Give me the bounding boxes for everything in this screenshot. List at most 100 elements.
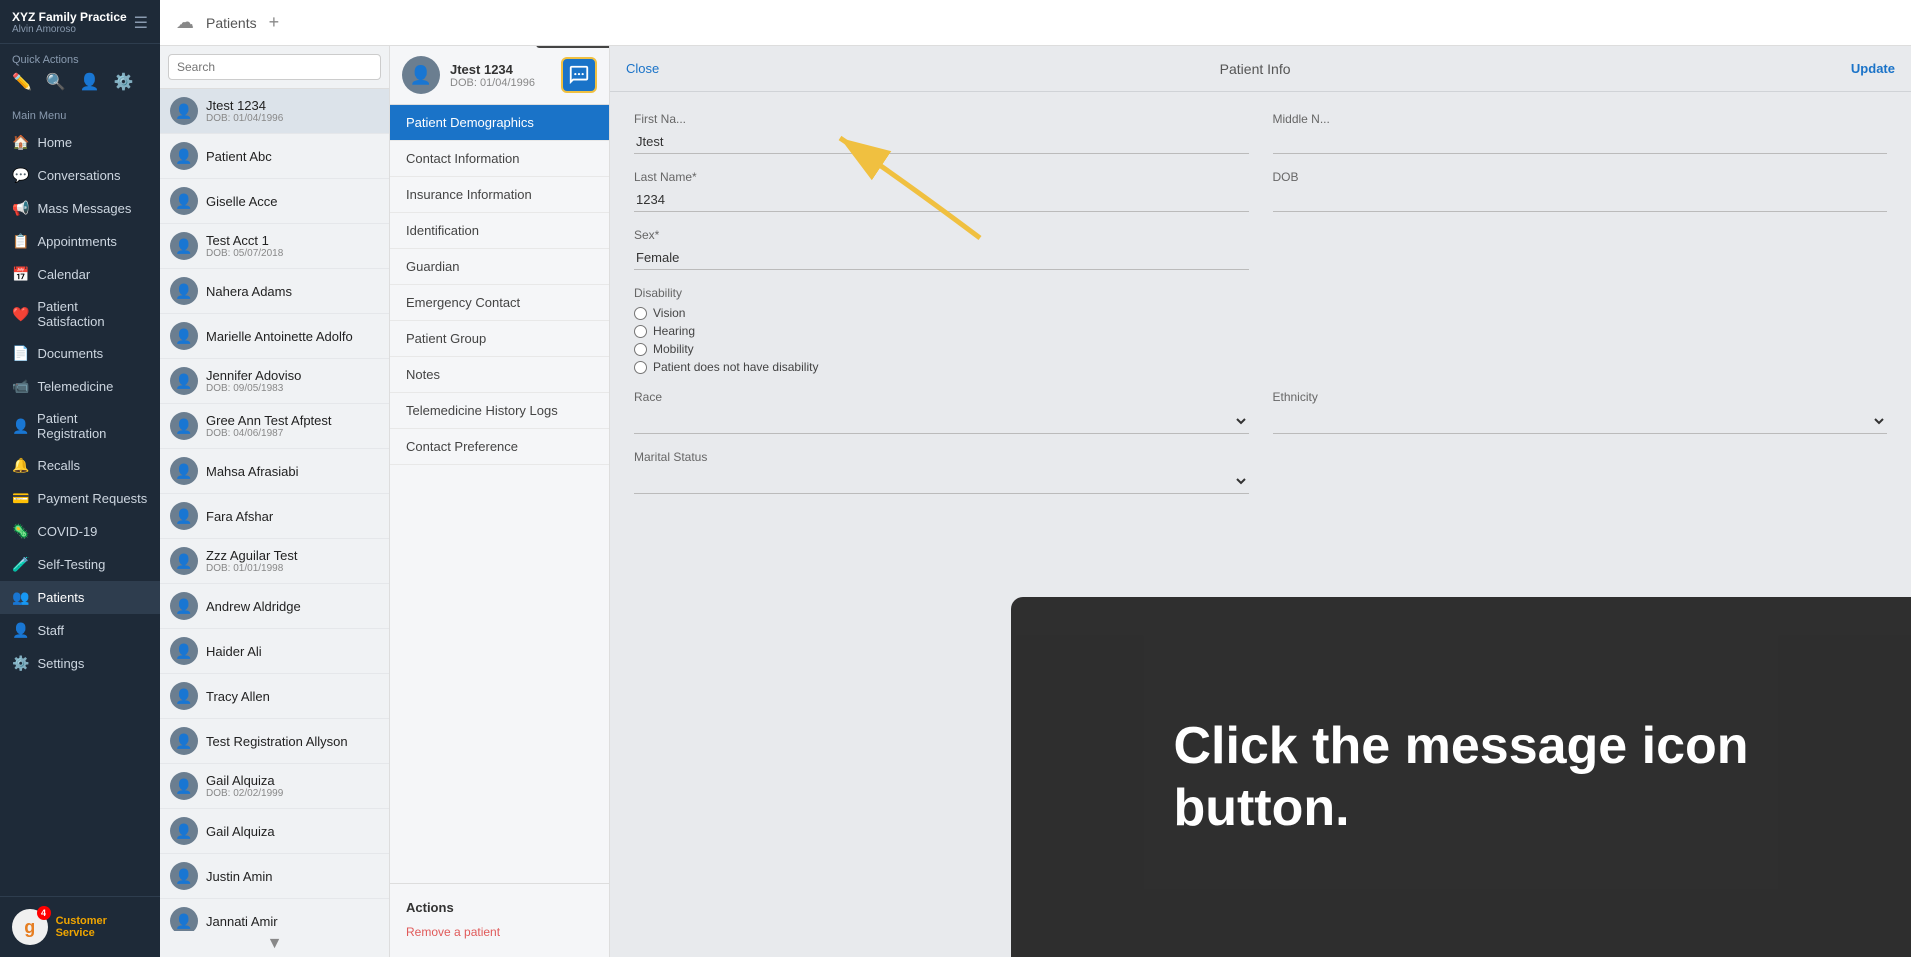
patient-list-item[interactable]: 👤 Gail Alquiza DOB: 02/02/1999 — [160, 764, 389, 809]
patient-list-item[interactable]: 👤 Jannati Amir — [160, 899, 389, 931]
sex-group: Sex* — [634, 228, 1249, 270]
patient-list-item[interactable]: 👤 Tracy Allen — [160, 674, 389, 719]
sidebar-icon: ❤️ — [12, 306, 29, 323]
form-update-button[interactable]: Update — [1851, 61, 1895, 76]
patient-dob: DOB: 05/07/2018 — [206, 248, 283, 259]
vision-radio[interactable] — [634, 307, 647, 320]
no-disability-radio[interactable] — [634, 361, 647, 374]
sidebar-item-mass-messages[interactable]: 📢 Mass Messages — [0, 192, 160, 225]
sidebar-item-staff[interactable]: 👤Staff — [0, 614, 160, 647]
sidebar-item-settings[interactable]: ⚙️Settings — [0, 647, 160, 680]
remove-patient-link[interactable]: Remove a patient — [406, 925, 500, 939]
details-nav-item-notes[interactable]: Notes — [390, 357, 609, 393]
middle-name-input[interactable] — [1273, 130, 1888, 154]
patient-list-item[interactable]: 👤 Marielle Antoinette Adolfo — [160, 314, 389, 359]
sidebar-item-label: Telemedicine — [37, 379, 113, 394]
patient-search-input[interactable] — [168, 54, 381, 80]
sidebar-item-label: Staff — [37, 623, 64, 638]
patient-list-item[interactable]: 👤 Haider Ali — [160, 629, 389, 674]
form-close-button[interactable]: Close — [626, 61, 659, 76]
new-note-icon[interactable]: ✏️ — [12, 72, 32, 92]
brand-name: XYZ Family Practice — [12, 10, 127, 24]
sidebar-icon: 📢 — [12, 200, 29, 217]
patient-list-item[interactable]: 👤 Nahera Adams — [160, 269, 389, 314]
patient-name: Test Acct 1 — [206, 233, 283, 248]
form-title: Patient Info — [1220, 61, 1291, 77]
sidebar-item-self-testing[interactable]: 🧪Self-Testing — [0, 548, 160, 581]
patient-name: Fara Afshar — [206, 509, 273, 524]
patient-list-item[interactable]: 👤 Giselle Acce — [160, 179, 389, 224]
sidebar-item-patient-registration[interactable]: 👤Patient Registration — [0, 403, 160, 449]
patient-list-item[interactable]: 👤 Justin Amin — [160, 854, 389, 899]
patient-list-item[interactable]: 👤 Jtest 1234 DOB: 01/04/1996 — [160, 89, 389, 134]
details-nav-item-contact-information[interactable]: Contact Information — [390, 141, 609, 177]
patient-list-item[interactable]: 👤 Andrew Aldridge — [160, 584, 389, 629]
dob-input[interactable] — [1273, 188, 1888, 212]
sidebar-item-label: Mass Messages — [37, 201, 131, 216]
sidebar-item-home[interactable]: 🏠Home — [0, 126, 160, 159]
patient-list-item[interactable]: 👤 Jennifer Adoviso DOB: 09/05/1983 — [160, 359, 389, 404]
details-nav-item-identification[interactable]: Identification — [390, 213, 609, 249]
quick-actions-label: Quick Actions — [0, 44, 160, 72]
details-nav-item-insurance-information[interactable]: Insurance Information — [390, 177, 609, 213]
patient-list-item[interactable]: 👤 Fara Afshar — [160, 494, 389, 539]
badge-count: 4 — [37, 906, 51, 920]
sidebar-item-conversations[interactable]: 💬Conversations — [0, 159, 160, 192]
patient-dob: DOB: 01/04/1996 — [206, 113, 283, 124]
sidebar-item-recalls[interactable]: 🔔Recalls — [0, 449, 160, 482]
patient-list-item[interactable]: 👤 Gree Ann Test Afptest DOB: 04/06/1987 — [160, 404, 389, 449]
topbar-add-tab-button[interactable]: + — [269, 12, 280, 33]
details-nav-item-emergency-contact[interactable]: Emergency Contact — [390, 285, 609, 321]
search-icon[interactable]: 🔍 — [46, 72, 66, 92]
marital-status-select[interactable] — [634, 468, 1249, 494]
patient-name: Mahsa Afrasiabi — [206, 464, 299, 479]
hamburger-icon[interactable]: ☰ — [134, 13, 148, 33]
race-select[interactable] — [634, 408, 1249, 434]
patient-list-item[interactable]: 👤 Zzz Aguilar Test DOB: 01/01/1998 — [160, 539, 389, 584]
topbar-patients-label: Patients — [206, 15, 257, 31]
sidebar-icon: 📹 — [12, 378, 29, 395]
patient-info: Gree Ann Test Afptest DOB: 04/06/1987 — [206, 413, 332, 439]
patient-card-dob: DOB: 01/04/1996 — [450, 77, 535, 89]
patient-list-item[interactable]: 👤 Mahsa Afrasiabi — [160, 449, 389, 494]
filter-icon[interactable]: ⚙️ — [114, 72, 134, 92]
patient-list-item[interactable]: 👤 Patient Abc — [160, 134, 389, 179]
mobility-radio[interactable] — [634, 343, 647, 356]
patient-list-item[interactable]: 👤 Gail Alquiza — [160, 809, 389, 854]
patient-card-name: Jtest 1234 — [450, 62, 535, 77]
details-nav-item-guardian[interactable]: Guardian — [390, 249, 609, 285]
patient-avatar: 👤 — [170, 772, 198, 800]
details-nav-item-contact-preference[interactable]: Contact Preference — [390, 429, 609, 465]
sidebar-item-telemedicine[interactable]: 📹 Telemedicine — [0, 370, 160, 403]
middle-name-label: Middle N... — [1273, 112, 1888, 126]
customer-service-badge[interactable]: g 4 — [12, 909, 48, 945]
last-name-input[interactable] — [634, 188, 1249, 212]
sidebar-item-documents[interactable]: 📄Documents — [0, 337, 160, 370]
message-patient-button[interactable]: Message patient — [561, 57, 597, 93]
add-patient-icon[interactable]: 👤 — [80, 72, 100, 92]
details-nav-item-patient-demographics[interactable]: Patient Demographics — [390, 105, 609, 141]
sex-input[interactable] — [634, 246, 1249, 270]
sidebar-icon: 📄 — [12, 345, 29, 362]
main: ☁ Patients + 👤 Jtest 1234 DOB: 01/04/199… — [160, 0, 1911, 957]
ethnicity-select[interactable] — [1273, 408, 1888, 434]
patient-info: Jtest 1234 DOB: 01/04/1996 — [206, 98, 283, 124]
message-patient-tooltip: Message patient — [536, 46, 610, 48]
sidebar-item-label: Calendar — [37, 267, 90, 282]
details-nav-item-telemedicine-history-logs[interactable]: Telemedicine History Logs — [390, 393, 609, 429]
sidebar-item-payment-requests[interactable]: 💳Payment Requests — [0, 482, 160, 515]
sidebar-icon: ⚙️ — [12, 655, 29, 672]
sidebar-item-patient-satisfaction[interactable]: ❤️Patient Satisfaction — [0, 291, 160, 337]
first-name-input[interactable] — [634, 130, 1249, 154]
details-nav-item-patient-group[interactable]: Patient Group — [390, 321, 609, 357]
brand-sub: Alvin Amoroso — [12, 24, 127, 35]
sidebar-item-appointments[interactable]: 📋Appointments — [0, 225, 160, 258]
sidebar-item-patients[interactable]: 👥Patients — [0, 581, 160, 614]
sidebar-item-calendar[interactable]: 📅Calendar — [0, 258, 160, 291]
hearing-radio[interactable] — [634, 325, 647, 338]
patient-list-item[interactable]: 👤 Test Acct 1 DOB: 05/07/2018 — [160, 224, 389, 269]
patient-list-item[interactable]: 👤 Test Registration Allyson — [160, 719, 389, 764]
sidebar-icon: 💳 — [12, 490, 29, 507]
patient-info: Giselle Acce — [206, 194, 278, 209]
sidebar-item-covid-19[interactable]: 🦠COVID-19 — [0, 515, 160, 548]
